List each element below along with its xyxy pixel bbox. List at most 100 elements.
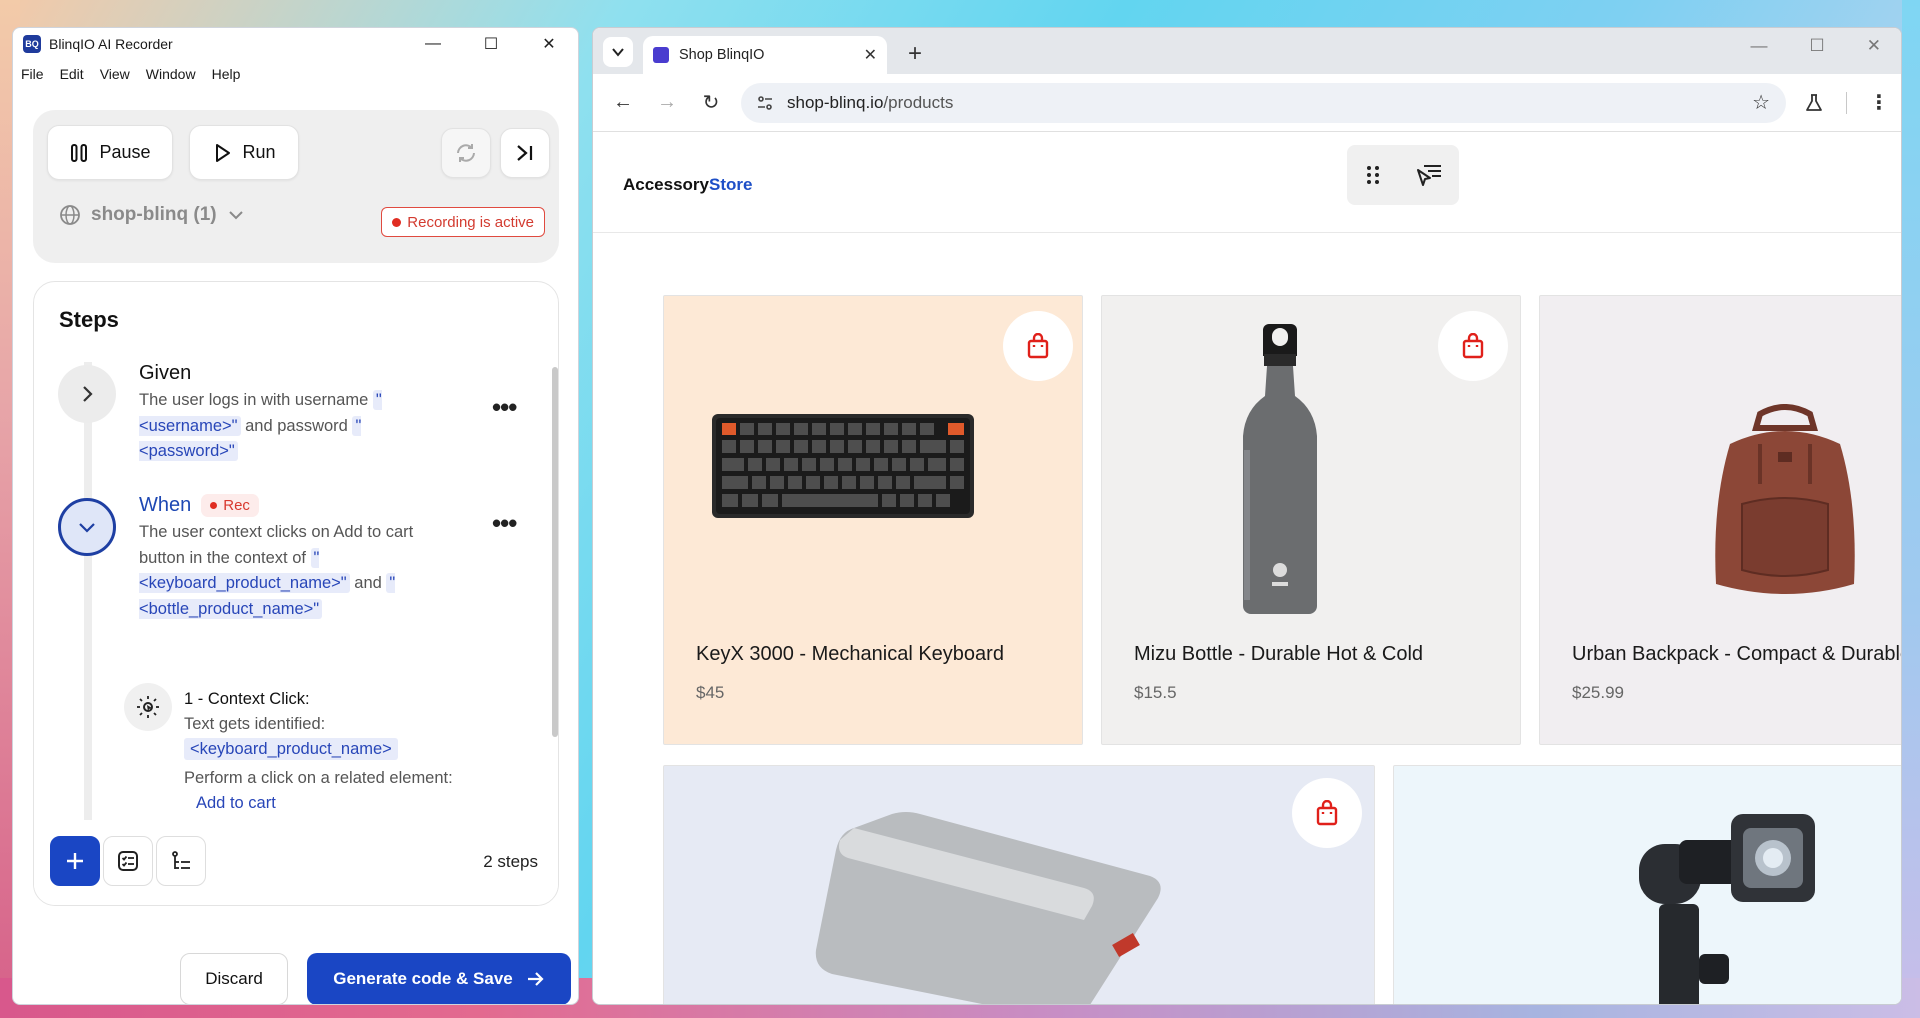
product-card-power-bank[interactable] [663, 765, 1375, 1004]
maximize-icon[interactable]: ☐ [1810, 36, 1825, 56]
minimize-icon[interactable]: — [404, 28, 462, 60]
add-to-cart-button[interactable] [1292, 778, 1362, 848]
tab-shop-blinqio[interactable]: Shop BlinqIO ✕ [643, 36, 887, 74]
recording-status-badge: Recording is active [381, 207, 545, 237]
given-more-options-icon[interactable]: ••• [492, 392, 517, 423]
product-price: $25.99 [1572, 683, 1624, 702]
run-button[interactable]: Run [189, 125, 299, 180]
given-step-text: The user logs in with username "<usernam… [139, 388, 429, 465]
camera-gimbal-image [1639, 814, 1815, 1004]
recording-status-text: Recording is active [407, 213, 534, 231]
shopping-bag-icon [1316, 800, 1338, 826]
drag-handle-icon[interactable] [1363, 163, 1383, 187]
chevron-down-icon [612, 48, 624, 57]
tab-strip: Shop BlinqIO ✕ + — ☐ ✕ [593, 28, 1901, 74]
reload-icon[interactable]: ↻ [693, 85, 729, 121]
chevron-down-icon [79, 523, 95, 533]
globe-icon [60, 205, 80, 225]
forward-icon[interactable]: → [649, 85, 685, 121]
menu-file[interactable]: File [21, 66, 44, 82]
pause-icon [71, 143, 88, 162]
context-click-icon [124, 683, 172, 731]
when-step-text: The user context clicks on Add to cart b… [139, 520, 429, 622]
blinqio-favicon-icon [653, 47, 669, 63]
product-card-keyboard[interactable]: KeyX 3000 - Mechanical Keyboard $45 [663, 295, 1083, 745]
rec-dot-icon [210, 502, 218, 509]
pause-label: Pause [99, 142, 151, 162]
menu-window[interactable]: Window [146, 66, 196, 82]
add-step-button[interactable] [50, 836, 100, 886]
steps-panel: Steps Given The user logs in with userna… [33, 281, 559, 906]
skip-to-end-button[interactable] [500, 128, 550, 178]
tab-title: Shop BlinqIO [679, 47, 765, 63]
add-to-cart-button[interactable] [1438, 311, 1508, 381]
close-tab-icon[interactable]: ✕ [864, 45, 877, 65]
when-text-2: and [354, 574, 382, 592]
project-name: shop-blinq (1) [91, 204, 217, 225]
labs-flask-icon[interactable] [1804, 93, 1824, 113]
discard-button[interactable]: Discard [180, 953, 288, 1004]
browser-toolbar: ← → ↻ shop-blinq.io/products ☆ ⋮ [593, 74, 1901, 132]
recorder-window: BQ BlinqIO AI Recorder — ☐ ✕ File Edit V… [12, 27, 579, 1005]
menu-edit[interactable]: Edit [60, 66, 84, 82]
site-settings-icon[interactable] [751, 89, 779, 117]
substep-context-click[interactable]: 1 - Context Click: Text gets identified:… [184, 687, 454, 816]
blinqio-app-icon: BQ [23, 35, 41, 53]
play-icon [216, 143, 231, 162]
tab-search-button[interactable] [603, 37, 633, 67]
given-step[interactable]: Given The user logs in with username "<u… [139, 362, 429, 465]
add-to-cart-link[interactable]: Add to cart [196, 794, 276, 812]
product-name[interactable]: Mizu Bottle - Durable Hot & Cold [1134, 643, 1423, 666]
minimize-icon[interactable]: — [1751, 36, 1768, 56]
menu-view[interactable]: View [100, 66, 130, 82]
window-title: BlinqIO AI Recorder [49, 36, 173, 52]
refresh-button[interactable] [441, 128, 491, 178]
when-text-1: The user context clicks on Add to cart b… [139, 523, 414, 567]
project-selector[interactable]: shop-blinq (1) [59, 204, 245, 226]
plus-icon [67, 853, 83, 869]
product-card-camera-gimbal[interactable] [1393, 765, 1901, 1004]
given-text-2: and password [245, 416, 348, 435]
browser-menu-icon[interactable]: ⋮ [1869, 90, 1889, 115]
expand-given-button[interactable] [58, 365, 116, 423]
product-card-bottle[interactable]: Mizu Bottle - Durable Hot & Cold $15.5 [1101, 295, 1521, 745]
site-header: AccessoryStore [593, 133, 1901, 233]
refresh-icon [457, 144, 475, 162]
product-name[interactable]: Urban Backpack - Compact & Durable [1572, 643, 1901, 666]
product-name[interactable]: KeyX 3000 - Mechanical Keyboard [696, 643, 1004, 666]
back-icon[interactable]: ← [605, 85, 641, 121]
power-bank-image [815, 812, 1161, 1004]
bookmark-star-icon[interactable]: ☆ [1752, 90, 1770, 115]
menu-help[interactable]: Help [212, 66, 241, 82]
new-tab-icon[interactable]: + [908, 40, 922, 68]
generate-code-save-button[interactable]: Generate code & Save [307, 953, 571, 1004]
maximize-icon[interactable]: ☐ [462, 28, 520, 60]
steps-scrollbar[interactable] [552, 367, 558, 737]
checklist-button[interactable] [103, 836, 153, 886]
toolbar-divider [1846, 91, 1847, 114]
when-keyword-row: When Rec [139, 494, 429, 517]
add-to-cart-button[interactable] [1003, 311, 1073, 381]
address-bar[interactable]: shop-blinq.io/products ☆ [741, 82, 1786, 123]
close-icon[interactable]: ✕ [520, 28, 578, 60]
step-tree-button[interactable] [156, 836, 206, 886]
element-picker-icon[interactable] [1414, 160, 1444, 190]
recording-dot-icon [392, 217, 402, 227]
store-logo[interactable]: AccessoryStore [623, 175, 752, 195]
rec-badge: Rec [201, 494, 259, 517]
close-icon[interactable]: ✕ [1867, 36, 1881, 56]
collapse-when-button[interactable] [58, 498, 116, 556]
product-price: $45 [696, 683, 725, 702]
run-label: Run [242, 142, 276, 162]
pause-button[interactable]: Pause [47, 125, 173, 180]
url-host: shop-blinq.io [787, 92, 884, 112]
recorder-titlebar[interactable]: BQ BlinqIO AI Recorder — ☐ ✕ [13, 28, 578, 60]
when-keyword: When [139, 494, 192, 516]
store-page: AccessoryStore KeyX 3000 - Mechanical Ke… [593, 133, 1901, 1004]
product-card-backpack[interactable]: Urban Backpack - Compact & Durable $25.9… [1539, 295, 1901, 745]
when-more-options-icon[interactable]: ••• [492, 508, 517, 539]
when-step[interactable]: When Rec The user context clicks on Add … [139, 494, 429, 622]
shopping-bag-icon [1462, 333, 1484, 359]
steps-heading: Steps [59, 307, 119, 332]
shopping-bag-icon [1027, 333, 1049, 359]
